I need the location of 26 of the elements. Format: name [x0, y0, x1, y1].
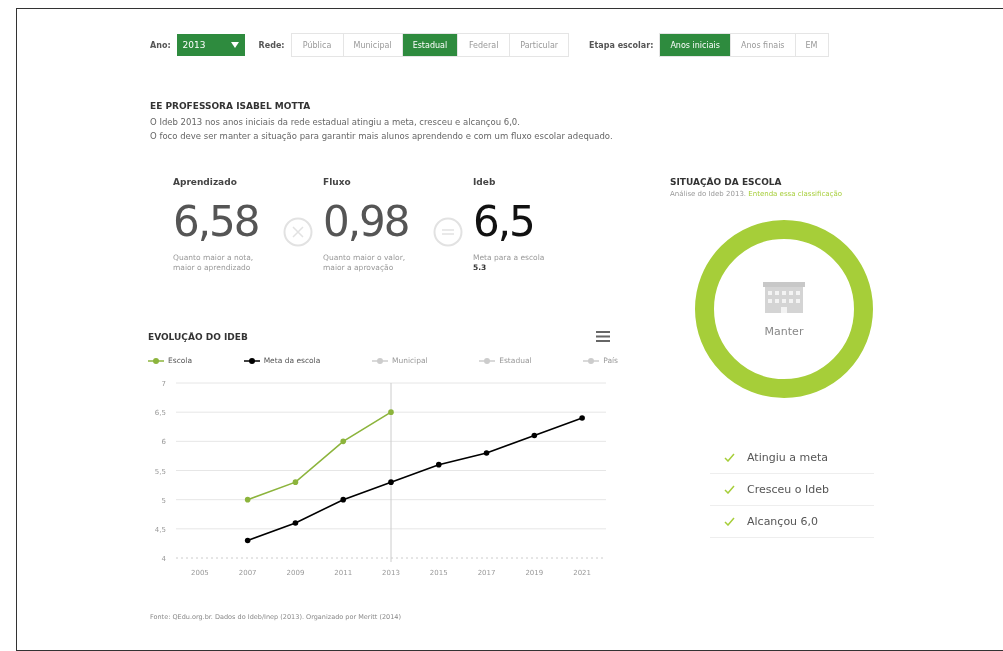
stat-value: 0,98	[323, 199, 409, 245]
chart-title: EVOLUÇÃO DO IDEB	[148, 331, 248, 342]
times-icon	[283, 217, 313, 247]
stat-label: Aprendizado	[173, 177, 238, 189]
school-summary: O Ideb 2013 nos anos iniciais da rede estadual atingiu a meta, cresceu e alcançou 6,0.	[150, 116, 521, 129]
criterion-label: Atingiu a meta	[747, 451, 828, 464]
panel-title: SITUAÇÃO DA ESCOLA	[670, 177, 783, 187]
criterion-label: Alcançou 6,0	[747, 515, 819, 528]
school-summary: O foco deve ser manter a situação para garantir mais alunos aprendendo e com um fluxo escolar adequado.	[150, 130, 614, 143]
criterion-label: Cresceu o Ideb	[747, 483, 829, 496]
status-label: Manter	[764, 324, 804, 338]
caret-icon	[230, 42, 239, 48]
filter-label: Rede:	[258, 40, 285, 50]
segment-button[interactable]: Estadual	[402, 34, 459, 56]
filter-label: Ano:	[150, 40, 171, 50]
stat-label: Ideb	[473, 177, 497, 189]
school-building-icon	[762, 280, 806, 315]
stat-value: 6,5	[473, 199, 534, 245]
segment-button[interactable]: Anos iniciais	[660, 34, 731, 56]
year-dropdown[interactable]: 2013	[176, 34, 245, 56]
equals-icon	[433, 217, 463, 247]
school-name: EE PROFESSORA ISABEL MOTTA	[150, 101, 312, 111]
menu-icon[interactable]	[596, 331, 610, 342]
stat-value: 6,58	[173, 199, 259, 245]
filter-label: Etapa escolar:	[589, 40, 654, 50]
stat-label: Fluxo	[323, 177, 352, 189]
